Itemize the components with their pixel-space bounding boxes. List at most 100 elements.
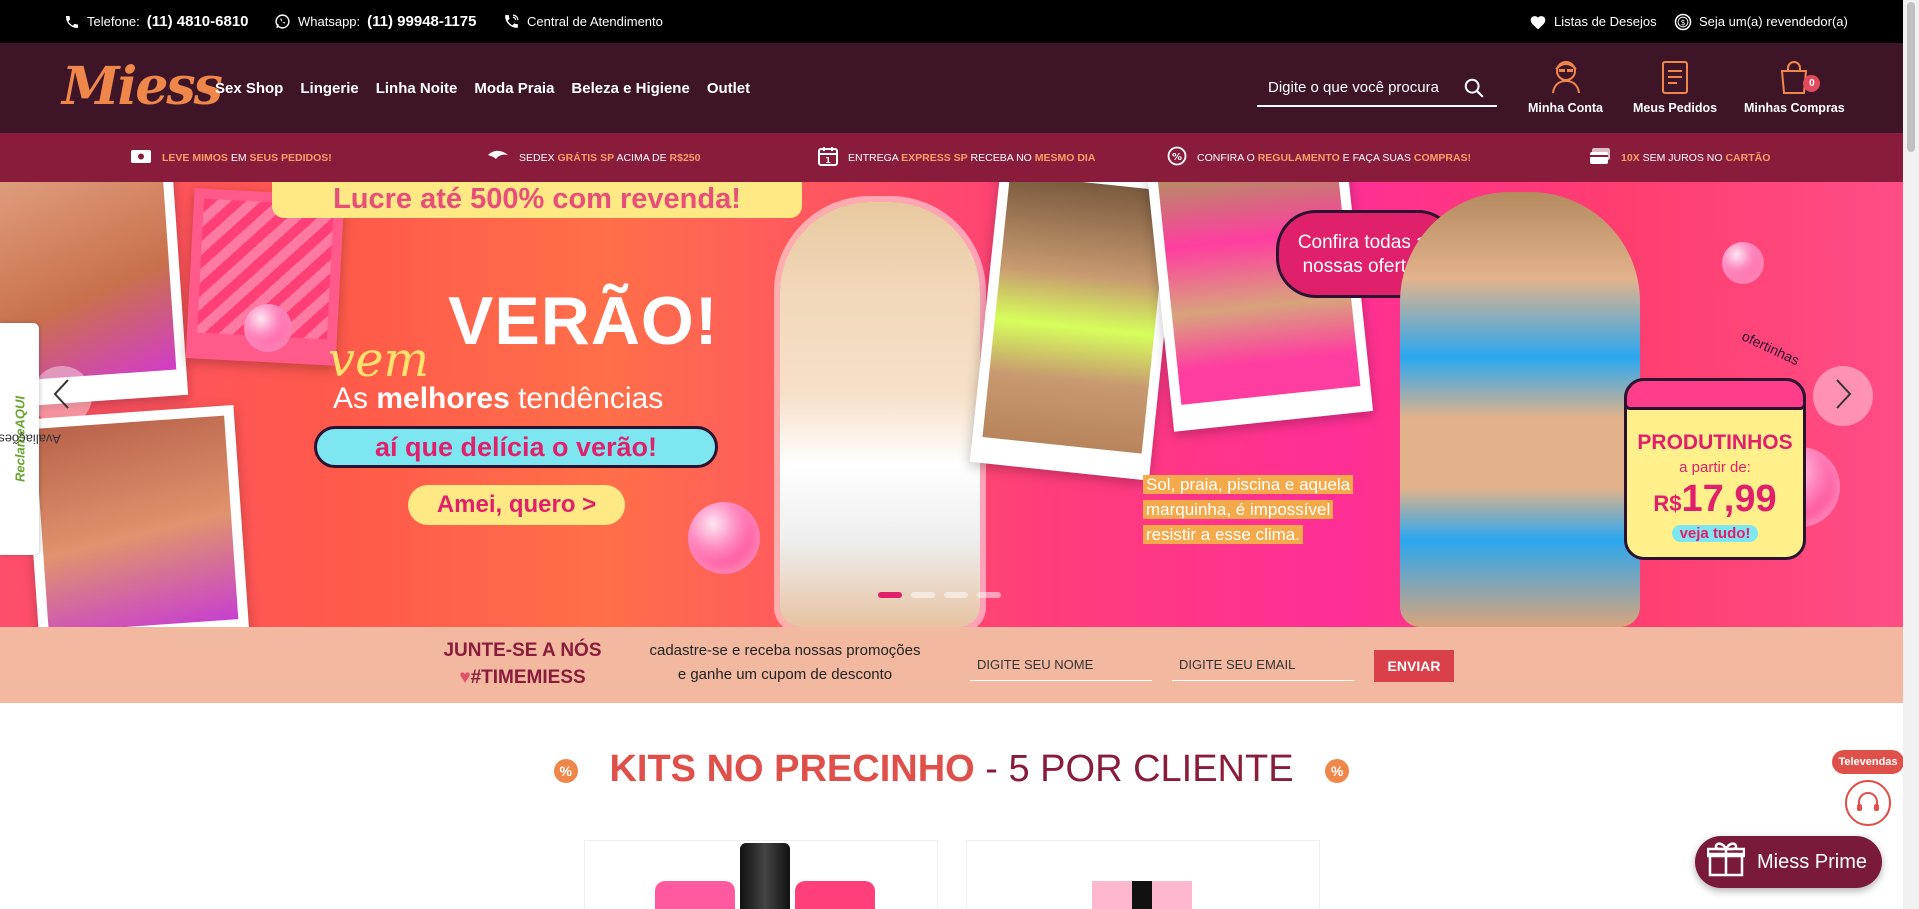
support-link[interactable]: Central de Atendimento	[503, 0, 663, 43]
benefits-bar: Leve mimos em seus pedidos! Sedex grátis…	[0, 133, 1919, 182]
miess-prime-button[interactable]: Miess Prime	[1695, 836, 1882, 888]
newsletter-email-field	[1172, 649, 1354, 681]
product-image	[655, 881, 735, 909]
banner-dot-3[interactable]	[944, 592, 968, 598]
benefit-installments[interactable]: 10x sem juros no cartão	[1589, 133, 1770, 182]
dollar-coin-icon: $	[1674, 13, 1692, 31]
newsletter-bar: JUNTE-SE A NÓS ♥#TIMEMIESS cadastre-se e…	[0, 627, 1903, 703]
orders-button[interactable]: Meus Pedidos	[1633, 57, 1717, 115]
kits-section-title: % KITS NO PRECINHO - 5 POR CLIENTE %	[0, 748, 1903, 791]
banner-ofertinhas: ofertinhas	[1739, 327, 1802, 369]
newsletter-name-input[interactable]	[970, 649, 1152, 680]
search-box	[1257, 69, 1497, 107]
phone-ring-icon	[503, 13, 520, 30]
benefit-sedex-text: Sedex grátis SP acima de R$250	[519, 151, 701, 164]
cart-count-badge: 0	[1803, 75, 1821, 92]
reclame-aqui-tab[interactable]: Avaliações do ReclameAQUI	[0, 323, 60, 555]
cart-label: Minhas Compras	[1744, 101, 1845, 115]
banner-resell-headline: Lucre até 500% com revenda!	[272, 182, 802, 218]
benefit-rules[interactable]: % Confira o regulamento e faça suas comp…	[1167, 133, 1471, 182]
account-button[interactable]: Minha Conta	[1528, 57, 1603, 115]
heart-icon	[1529, 14, 1547, 30]
shipping-wing-icon	[487, 149, 509, 166]
banner-delicia: aí que delícia o verão!	[314, 426, 718, 468]
newsletter-text: cadastre-se e receba nossas promoções e …	[649, 642, 921, 683]
wishlist-label: Listas de Desejos	[1554, 14, 1657, 29]
price-card-title: PRODUTINHOS	[1637, 431, 1793, 454]
banner-vem: vem	[328, 332, 430, 388]
headset-icon[interactable]	[1845, 780, 1891, 826]
page-scrollbar[interactable]	[1903, 0, 1919, 909]
nav-beleza-higiene[interactable]: Beleza e Higiene	[571, 80, 689, 97]
orders-label: Meus Pedidos	[1633, 101, 1718, 115]
main-header: Miess Sex Shop Lingerie Linha Noite Moda…	[0, 43, 1919, 133]
gift-icon	[130, 148, 152, 167]
banner-price-card[interactable]: PRODUTINHOS a partir de: R$17,99 veja tu…	[1624, 378, 1806, 560]
benefit-sedex[interactable]: Sedex grátis SP acima de R$250	[487, 133, 701, 182]
price-card-see-all[interactable]: veja tudo!	[1671, 525, 1759, 542]
percent-badge-icon: %	[553, 758, 578, 783]
product-card[interactable]	[584, 840, 938, 909]
account-label: Minha Conta	[1528, 101, 1603, 115]
orders-icon	[1660, 57, 1690, 95]
banner-next-button[interactable]	[1813, 366, 1873, 426]
svg-text:$: $	[1681, 18, 1686, 27]
banner-dot-4[interactable]	[977, 592, 1001, 598]
search-icon[interactable]	[1463, 77, 1485, 104]
benefit-express[interactable]: 1 Entrega express SP receba no mesmo dia	[818, 133, 1095, 182]
whatsapp-number: (11) 99948-1175	[367, 13, 477, 30]
bubble-decor	[688, 502, 760, 574]
hero-banner[interactable]: Lucre até 500% com revenda! vem VERÃO! A…	[0, 182, 1903, 627]
whatsapp-icon	[274, 13, 291, 30]
scrollbar-thumb[interactable]	[1907, 2, 1915, 152]
svg-text:1: 1	[825, 156, 831, 165]
nav-moda-praia[interactable]: Moda Praia	[474, 80, 554, 97]
newsletter-send-button[interactable]: ENVIAR	[1374, 650, 1454, 682]
nav-linha-noite[interactable]: Linha Noite	[376, 80, 458, 97]
product-card[interactable]	[966, 840, 1320, 909]
chevron-right-icon	[1833, 378, 1853, 415]
miess-logo[interactable]: Miess	[62, 61, 223, 113]
bubble-decor	[244, 304, 292, 352]
product-image	[1092, 881, 1192, 909]
phone-icon	[64, 14, 80, 30]
whatsapp-label: Whatsapp:	[298, 14, 361, 29]
miess-prime-label: Miess Prime	[1757, 850, 1868, 873]
benefit-rules-text: Confira o regulamento e faça suas compra…	[1197, 151, 1472, 164]
benefit-gifts-text: Leve mimos em seus pedidos!	[162, 151, 332, 164]
banner-prev-button[interactable]	[32, 366, 92, 426]
televendas-badge[interactable]: Televendas	[1832, 750, 1904, 774]
wishlist-link[interactable]: Listas de Desejos	[1529, 0, 1657, 43]
benefit-installments-text: 10x sem juros no cartão	[1621, 151, 1771, 164]
banner-sol-text: Sol, praia, piscina e aquela marquinha, …	[1143, 472, 1354, 547]
banner-cta-button[interactable]: Amei, quero >	[408, 485, 625, 525]
nav-outlet[interactable]: Outlet	[707, 80, 750, 97]
credit-card-icon	[1589, 147, 1611, 168]
whatsapp-contact[interactable]: Whatsapp: (11) 99948-1175	[274, 0, 476, 43]
benefit-express-text: Entrega express SP receba no mesmo dia	[848, 151, 1096, 164]
benefit-gifts[interactable]: Leve mimos em seus pedidos!	[130, 133, 332, 182]
banner-photo-green	[969, 182, 1181, 481]
chevron-left-icon	[52, 378, 72, 415]
support-label: Central de Atendimento	[527, 14, 663, 29]
search-input[interactable]	[1257, 78, 1457, 96]
banner-model-white	[780, 202, 980, 627]
bubble-decor	[1722, 242, 1764, 284]
newsletter-email-input[interactable]	[1172, 649, 1354, 680]
reseller-label: Seja um(a) revendedor(a)	[1699, 14, 1848, 29]
calendar-icon: 1	[818, 146, 838, 169]
account-icon	[1548, 57, 1584, 95]
cart-button[interactable]: 0 Minhas Compras	[1744, 57, 1845, 115]
phone-contact[interactable]: Telefone: (11) 4810-6810	[64, 0, 249, 43]
banner-pagination	[878, 592, 1001, 598]
banner-dot-2[interactable]	[911, 592, 935, 598]
percent-badge-icon: %	[1325, 758, 1350, 783]
gift-box-icon	[1706, 841, 1746, 883]
banner-dot-1[interactable]	[878, 592, 902, 598]
svg-text:%: %	[1172, 152, 1182, 163]
nav-lingerie[interactable]: Lingerie	[300, 80, 358, 97]
reseller-link[interactable]: $ Seja um(a) revendedor(a)	[1674, 0, 1848, 43]
main-nav: Sex Shop Lingerie Linha Noite Moda Praia…	[215, 43, 750, 133]
price-card-tab	[1624, 378, 1806, 410]
nav-sex-shop[interactable]: Sex Shop	[215, 80, 283, 97]
